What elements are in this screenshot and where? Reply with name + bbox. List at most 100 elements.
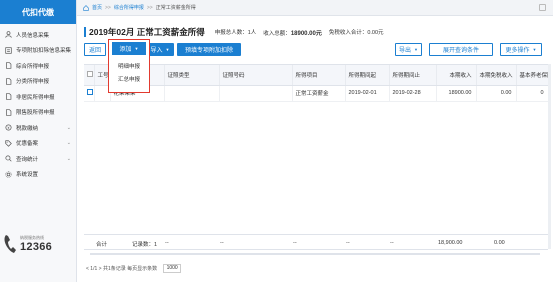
more-actions-button[interactable]: 更多操作 ▼ <box>500 43 542 56</box>
person-icon <box>5 31 12 38</box>
totals-cell: -- <box>165 240 169 246</box>
column-header[interactable]: 证照类型 <box>164 65 220 86</box>
sidebar-item-label: 人员信息采集 <box>16 32 50 39</box>
stat-exempt: 免税收入合计：0.00元 <box>328 30 384 36</box>
page-header: 2019年02月 正常工资薪金所得 申报总人数：1人 收入总额：18900.00… <box>84 26 391 38</box>
menu-item-summary-declare[interactable]: 汇总申报 <box>109 75 149 83</box>
sidebar-item-tax-payment[interactable]: ¥ 税款缴纳 ⌄ <box>0 120 76 136</box>
more-actions-label: 更多操作 <box>505 48 530 54</box>
sidebar-item-settings[interactable]: 系统设置 <box>0 167 76 183</box>
window-tool-icon[interactable] <box>539 4 546 11</box>
gear-icon <box>5 171 12 178</box>
table-cell: 正常工资薪金 <box>292 85 346 102</box>
vertical-scrollbar[interactable] <box>548 64 551 249</box>
row-checkbox[interactable] <box>87 89 93 95</box>
sidebar-item-label: 非居民所得申报 <box>16 94 55 101</box>
hotline-number: 12366 <box>20 241 53 253</box>
import-button-label: 导入 <box>150 48 163 54</box>
income-total: 18,900.00 <box>438 240 463 246</box>
breadcrumb: 首页 >> 综合所得申报 >> 正常工资薪金所得 <box>77 0 553 16</box>
page-size-input[interactable]: 1000 <box>163 263 182 273</box>
column-header[interactable]: 所得期间起 <box>345 65 390 86</box>
tag-icon <box>5 140 12 147</box>
exempt-total: 0.00 <box>494 240 505 246</box>
table-cell <box>219 85 293 102</box>
column-header[interactable]: 本期免税收入 <box>476 65 517 86</box>
caret-down-icon: ▼ <box>165 47 170 52</box>
add-dropdown-menu: 添加 ▼ 明细申报 汇总申报 <box>108 39 150 93</box>
breadcrumb-home[interactable]: 首页 <box>92 4 102 11</box>
table-cell <box>164 85 220 102</box>
totals-cell: -- <box>293 240 297 246</box>
sidebar-item-label: 系统设置 <box>16 172 39 179</box>
caret-down-icon: ▼ <box>532 47 537 52</box>
column-header[interactable]: 证照号码 <box>219 65 293 86</box>
document-icon <box>5 109 12 116</box>
import-button[interactable]: 导入 ▼ <box>146 43 174 56</box>
column-header[interactable]: 所得期间止 <box>389 65 437 86</box>
table-cell: 18900.00 <box>436 85 477 102</box>
stat-income-value: 18900.00元 <box>290 30 322 37</box>
stat-income: 收入总额：18900.00元 <box>263 28 322 37</box>
chevron-down-icon: ⌄ <box>66 124 71 131</box>
coin-icon: ¥ <box>5 124 12 131</box>
breadcrumb-current: 正常工资薪金所得 <box>155 5 196 11</box>
totals-cell: -- <box>346 240 350 246</box>
pagination: < 1/1 > 共1条记录 每页显示条数 1000 <box>86 263 182 273</box>
totals-label: 合计 <box>96 242 108 248</box>
sidebar-item-personnel[interactable]: 人员信息采集 <box>0 27 76 43</box>
sidebar-item-nonresident[interactable]: 非居民所得申报 <box>0 89 76 105</box>
data-table: 工号 姓名 证照类型 证照号码 所得项目 所得期间起 所得期间止 本期收入 本期… <box>84 64 549 254</box>
sidebar-item-preferential[interactable]: 优惠备案 ⌄ <box>0 136 76 152</box>
sidebar-nav: 人员信息采集 专项附加扣除信息采集 ⌄ 综合所得申报 分类所得申报 非居民所得申… <box>0 24 76 182</box>
caret-down-icon: ▼ <box>414 47 418 52</box>
totals-row: 合计 记录数：1 -- -- -- -- -- 18,900.00 0.00 <box>84 234 548 250</box>
breadcrumb-level1[interactable]: 综合所得申报 <box>114 4 144 11</box>
sidebar-item-classified[interactable]: 分类所得申报 <box>0 74 76 90</box>
sidebar-item-label: 税款缴纳 <box>16 125 39 132</box>
sidebar-item-label: 优惠备案 <box>16 141 39 148</box>
column-header[interactable]: 基本养老保险 <box>516 65 549 86</box>
app-window: 代扣代缴 人员信息采集 专项附加扣除信息采集 ⌄ 综合所得申报 分类所得申报 非… <box>0 0 553 282</box>
column-header[interactable]: 所得项目 <box>292 65 346 86</box>
stat-people: 申报总人数：1人 <box>214 30 257 36</box>
breadcrumb-separator: >> <box>146 4 153 11</box>
select-all-cell[interactable] <box>84 65 95 86</box>
document-icon <box>5 62 12 69</box>
sidebar-item-special-deduction[interactable]: 专项附加扣除信息采集 ⌄ <box>0 43 76 59</box>
breadcrumb-separator: >> <box>105 4 111 11</box>
title-accent-bar <box>84 27 86 37</box>
pagination-summary[interactable]: < 1/1 > 共1条记录 每页显示条数 <box>86 265 157 272</box>
prefill-button-label: 预填专项附加扣除 <box>184 48 233 54</box>
document-icon <box>5 93 12 100</box>
document-icon <box>5 78 12 85</box>
export-button[interactable]: 导出 ▼ <box>395 43 422 56</box>
column-header[interactable]: 本期收入 <box>436 65 477 86</box>
horizontal-scrollbar[interactable] <box>90 253 540 255</box>
search-icon <box>5 155 12 162</box>
table-row[interactable]: 花朵朵朵 正常工资薪金 2019-02-01 2019-02-28 18900.… <box>84 85 549 102</box>
add-dropdown-head[interactable]: 添加 ▼ <box>112 42 146 55</box>
caret-down-icon: ▼ <box>134 46 139 51</box>
table-cell: 2019-02-01 <box>345 85 390 102</box>
home-icon <box>83 4 89 11</box>
export-button-label: 导出 <box>399 48 412 54</box>
toolbar: 返回 添加▼ 导入▼ 预填专项附加扣除 导出▼ 展开查询条件 更多操作▼ <box>84 43 542 57</box>
expand-search-button[interactable]: 展开查询条件 <box>429 43 493 56</box>
sidebar-item-comprehensive[interactable]: 综合所得申报 <box>0 58 76 74</box>
sidebar-item-restricted-shares[interactable]: 限售股所得申报 <box>0 105 76 121</box>
prefill-deduction-button[interactable]: 预填专项附加扣除 <box>177 43 241 56</box>
sidebar-item-query[interactable]: 查询统计 ⌄ <box>0 151 76 167</box>
back-button[interactable]: 返回 <box>84 43 106 56</box>
row-select-cell[interactable] <box>84 85 95 102</box>
menu-item-detail-declare[interactable]: 明细申报 <box>109 62 149 70</box>
chevron-down-icon: ⌄ <box>66 47 71 54</box>
app-logo: 代扣代缴 <box>0 0 76 24</box>
sidebar: 代扣代缴 人员信息采集 专项附加扣除信息采集 ⌄ 综合所得申报 分类所得申报 非… <box>0 0 77 282</box>
totals-cell: -- <box>220 240 224 246</box>
table-cell: 2019-02-28 <box>389 85 437 102</box>
sidebar-item-label: 限售股所得申报 <box>16 110 55 117</box>
phone-icon <box>4 235 16 253</box>
sidebar-item-label: 分类所得申报 <box>16 79 50 86</box>
select-all-checkbox[interactable] <box>87 70 93 77</box>
